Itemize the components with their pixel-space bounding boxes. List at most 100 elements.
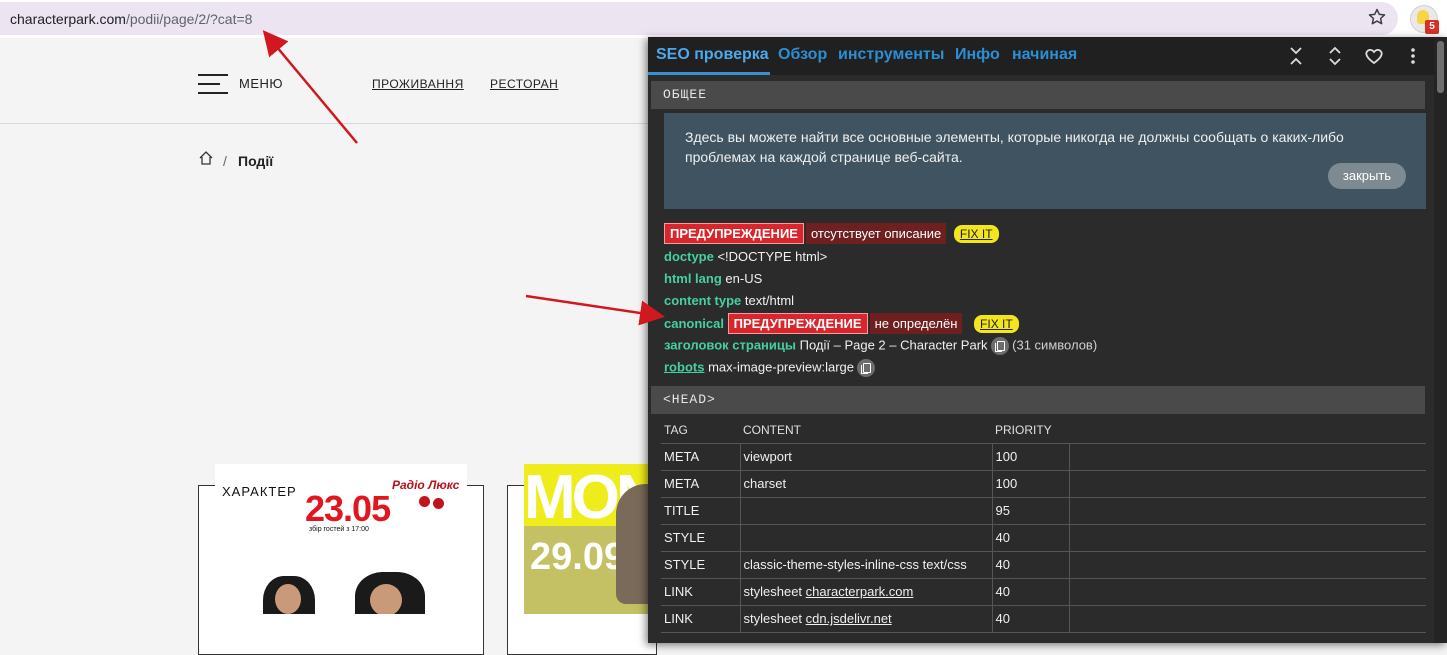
- column-header-empty: [1069, 417, 1426, 444]
- cell-priority: 40: [991, 578, 1069, 606]
- doctype-row: doctype <!DOCTYPE html>: [664, 249, 827, 264]
- event-poster-image[interactable]: ХАРАКТЕР 23.05 збір гостей з 17:00 Радіо…: [215, 464, 467, 614]
- seo-extension-icon[interactable]: 5: [1410, 5, 1439, 34]
- active-tab-indicator: [648, 72, 770, 75]
- htmllang-key: html lang: [664, 271, 722, 286]
- cell-tag: META: [661, 470, 740, 498]
- cell-tag: TITLE: [661, 497, 740, 525]
- poster-date: 29.09: [530, 536, 626, 578]
- bookmark-star-icon[interactable]: [1367, 7, 1387, 27]
- cherry-icon: [433, 498, 444, 509]
- page-title-count: (31 символов): [1012, 337, 1098, 353]
- tab-getting-started[interactable]: начиная: [1012, 46, 1077, 64]
- section-head-header: <HEAD>: [651, 386, 1425, 414]
- cell-empty: [1068, 605, 1426, 633]
- cell-content-text: viewport: [743, 449, 792, 464]
- cell-content: charset: [739, 470, 992, 498]
- cell-empty: [1068, 524, 1426, 552]
- cell-content: [739, 524, 992, 552]
- cell-content: stylesheet cdn.jsdelivr.net: [739, 605, 992, 633]
- table-row: META charset 100: [661, 470, 1426, 498]
- cell-priority: 40: [991, 524, 1069, 552]
- column-header-priority: PRIORITY: [992, 417, 1069, 444]
- cell-content-text: stylesheet: [743, 611, 803, 626]
- scrollbar-thumb[interactable]: [1437, 41, 1444, 93]
- address-bar[interactable]: characterpark.com/podii/page/2/?cat=8: [0, 2, 1398, 35]
- menu-label[interactable]: МЕНЮ: [239, 76, 283, 91]
- url-text[interactable]: characterpark.com/podii/page/2/?cat=8: [10, 11, 252, 27]
- table-row: TITLE 95: [661, 497, 1426, 525]
- collapse-icon[interactable]: [1285, 45, 1307, 67]
- cell-content-text: stylesheet: [743, 584, 803, 599]
- panel-tabbar: SEO проверка Обзор инструменты Инфо начи…: [648, 37, 1447, 75]
- warning-badge: ПРЕДУПРЕЖДЕНИЕ: [727, 313, 868, 334]
- column-header-tag: TAG: [661, 417, 740, 444]
- seo-extension-panel: SEO проверка Обзор инструменты Инфо начи…: [648, 37, 1447, 643]
- cell-content: viewport: [739, 443, 992, 471]
- breadcrumb-separator: /: [223, 153, 227, 169]
- browser-toolbar: characterpark.com/podii/page/2/?cat=8 5: [0, 0, 1447, 38]
- cell-tag: LINK: [661, 578, 740, 606]
- tab-seo-check[interactable]: SEO проверка: [656, 46, 769, 64]
- cell-priority: 100: [991, 443, 1069, 471]
- url-domain: characterpark.com: [10, 11, 126, 27]
- cell-priority: 40: [991, 605, 1069, 633]
- fix-it-button[interactable]: FIX IT: [953, 225, 999, 243]
- table-row: LINK stylesheet characterpark.com 40: [661, 578, 1426, 606]
- cherry-icon: [419, 496, 430, 507]
- robots-row: robots max-image-preview:large: [664, 359, 876, 377]
- breadcrumb-current: Події: [238, 153, 274, 169]
- tab-info[interactable]: Инфо: [955, 46, 1000, 64]
- poster-face: [370, 584, 402, 614]
- contenttype-row: content type text/html: [664, 293, 794, 308]
- description-row: ПРЕДУПРЕЖДЕНИЕ отсутствует описание FIX I…: [664, 223, 999, 244]
- cell-priority: 40: [991, 551, 1069, 579]
- home-icon[interactable]: [198, 150, 214, 166]
- poster-date: 23.05: [305, 488, 391, 529]
- warning-message: отсутствует описание: [805, 223, 947, 244]
- cell-link[interactable]: cdn.jsdelivr.net: [806, 611, 892, 626]
- contenttype-value: text/html: [744, 293, 795, 308]
- cell-content: stylesheet characterpark.com: [739, 578, 992, 606]
- fix-it-button[interactable]: FIX IT: [974, 315, 1019, 333]
- more-vert-icon[interactable]: [1402, 45, 1424, 67]
- page-title-key: заголовок страницы: [664, 337, 796, 353]
- cell-empty: [1068, 497, 1426, 525]
- canonical-row: canonical ПРЕДУПРЕЖДЕНИЕ не определён FIX…: [664, 313, 1019, 334]
- htmllang-value: en-US: [725, 271, 763, 286]
- table-row: META viewport 100: [661, 443, 1426, 471]
- htmllang-row: html lang en-US: [664, 271, 762, 286]
- radio-logo: Радіо Люкс: [392, 478, 460, 492]
- tab-tools[interactable]: инструменты: [838, 46, 944, 64]
- table-row: STYLE 40: [661, 524, 1426, 552]
- info-notice: Здесь вы можете найти все основные элеме…: [664, 113, 1426, 209]
- poster-subtitle: збір гостей з 17:00: [309, 526, 369, 533]
- info-text: Здесь вы можете найти все основные элеме…: [685, 129, 1344, 165]
- table-header-row: TAG CONTENT PRIORITY: [661, 417, 1426, 444]
- table-row: LINK stylesheet cdn.jsdelivr.net 40: [661, 605, 1426, 633]
- extension-badge: 5: [1425, 20, 1439, 34]
- hamburger-menu-icon[interactable]: [198, 74, 228, 94]
- panel-scrollbar[interactable]: [1434, 37, 1447, 643]
- expand-icon[interactable]: [1324, 45, 1346, 67]
- event-poster-image[interactable]: MON 29.09: [524, 464, 648, 614]
- url-path: /podii/page/2/?cat=8: [125, 11, 253, 27]
- cell-empty: [1068, 578, 1426, 606]
- cell-empty: [1068, 551, 1426, 579]
- nav-link-restaurant[interactable]: РЕСТОРАН: [490, 77, 558, 91]
- section-general-header: ОБЩЕЕ: [651, 81, 1425, 109]
- copy-icon[interactable]: [990, 337, 1009, 355]
- cell-content: [739, 497, 992, 525]
- copy-icon[interactable]: [857, 359, 876, 377]
- canonical-key: canonical: [664, 316, 724, 331]
- heart-icon[interactable]: [1363, 45, 1385, 67]
- head-tags-table: TAG CONTENT PRIORITY META viewport 100 M…: [661, 417, 1426, 633]
- cell-link[interactable]: characterpark.com: [806, 584, 914, 599]
- close-button[interactable]: закрыть: [1328, 163, 1406, 189]
- cell-tag: STYLE: [661, 551, 740, 579]
- doctype-key: doctype: [664, 249, 714, 264]
- nav-link-accommodation[interactable]: ПРОЖИВАННЯ: [372, 77, 464, 91]
- tab-overview[interactable]: Обзор: [778, 46, 827, 64]
- robots-link[interactable]: robots: [664, 359, 704, 374]
- table-row: STYLE classic-theme-styles-inline-css te…: [661, 551, 1426, 579]
